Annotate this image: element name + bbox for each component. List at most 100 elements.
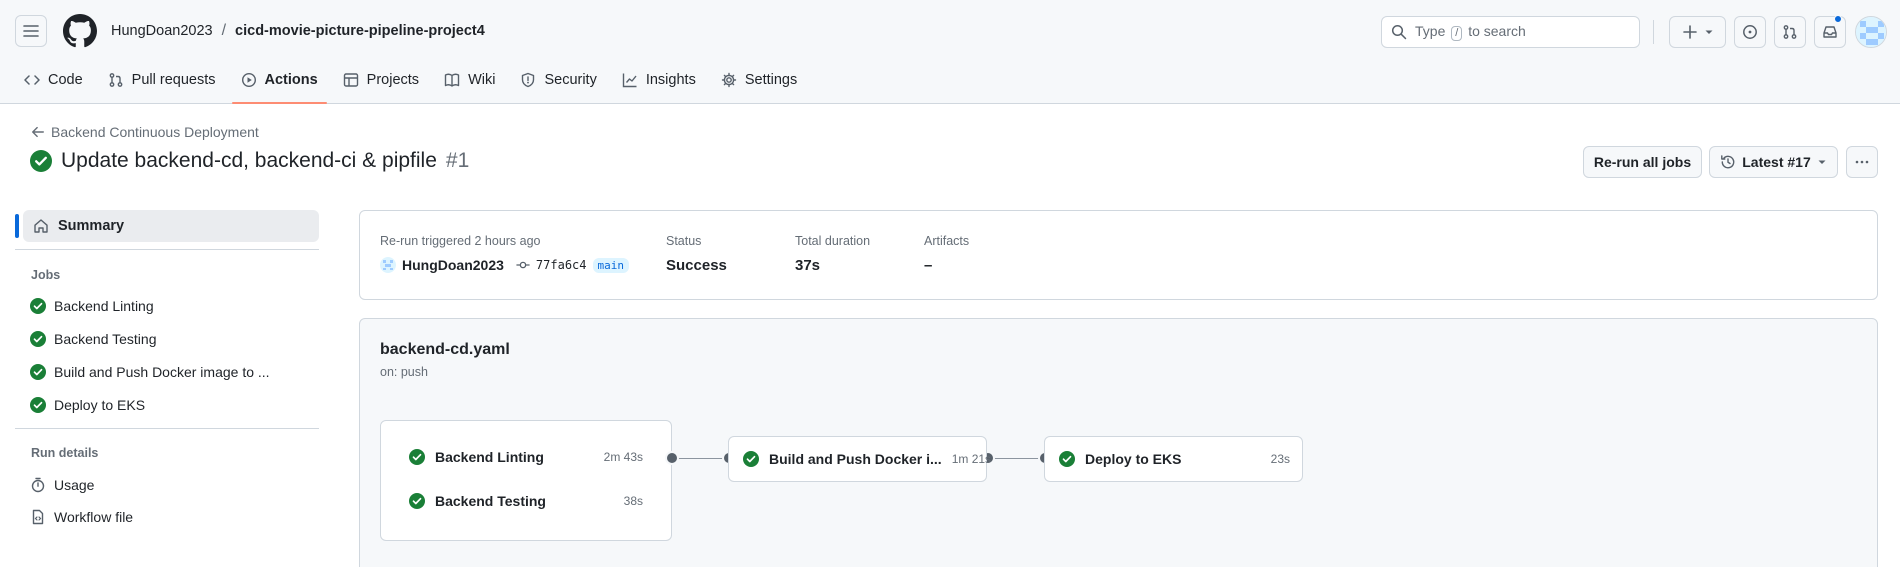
tab-actions[interactable]: Actions <box>231 62 327 104</box>
breadcrumb-separator: / <box>221 22 227 39</box>
issues-button[interactable] <box>1734 16 1766 48</box>
run-title-text: Update backend-cd, backend-ci & pipfile <box>61 149 437 172</box>
usage-label: Usage <box>54 477 95 493</box>
duration-value: 37s <box>795 257 821 274</box>
graph-job-build-push-docker[interactable]: Build and Push Docker i... 1m 21s <box>728 436 991 482</box>
sidebar-item-summary[interactable]: Summary <box>23 210 319 242</box>
job-label: Deploy to EKS <box>54 397 146 413</box>
graph-job-deploy-eks[interactable]: Deploy to EKS 23s <box>1044 436 1303 482</box>
graph-job-backend-linting[interactable]: Backend Linting 2m 43s <box>409 445 643 469</box>
user-avatar[interactable] <box>1855 16 1887 48</box>
sidebar-job-build-push-docker[interactable]: Build and Push Docker image to ... <box>30 360 270 384</box>
job-label: Backend Testing <box>54 331 157 347</box>
github-logo-icon[interactable] <box>63 14 97 48</box>
inbox-button[interactable] <box>1814 15 1846 48</box>
home-icon <box>33 218 49 234</box>
artifacts-value: – <box>924 257 933 274</box>
repo-owner-link[interactable]: HungDoan2023 <box>111 23 213 39</box>
trigger-label: Re-run triggered 2 hours ago <box>380 234 541 248</box>
triangle-down-icon <box>1704 27 1714 37</box>
tab-label: Security <box>544 72 597 88</box>
tab-code[interactable]: Code <box>15 62 92 98</box>
tab-label: Projects <box>366 72 420 88</box>
menu-button[interactable] <box>15 15 47 47</box>
global-header: HungDoan2023 / cicd-movie-picture-pipeli… <box>0 0 1900 104</box>
workflow-file-name: backend-cd.yaml <box>380 341 510 358</box>
kebab-horizontal-icon <box>1854 154 1870 170</box>
sidebar-job-backend-linting[interactable]: Backend Linting <box>30 294 154 318</box>
rerun-label: Re-run all jobs <box>1593 154 1692 170</box>
tab-pull-requests[interactable]: Pull requests <box>99 62 225 98</box>
tab-projects[interactable]: Projects <box>334 62 428 98</box>
actor-name-link[interactable]: HungDoan2023 <box>402 257 504 273</box>
active-indicator <box>15 214 19 238</box>
trigger-details: HungDoan2023 77fa6c4 main <box>380 257 629 273</box>
search-placeholder: Type / to search <box>1415 23 1526 41</box>
more-options-button[interactable] <box>1846 146 1878 178</box>
shield-icon <box>520 72 536 88</box>
run-number: #1 <box>445 149 470 172</box>
gear-icon <box>721 72 737 88</box>
job-duration: 2m 43s <box>603 450 643 464</box>
job-duration: 23s <box>1270 452 1290 466</box>
job-name: Backend Linting <box>435 449 544 465</box>
tab-label: Insights <box>645 72 696 88</box>
tab-label: Code <box>48 72 83 88</box>
sidebar-job-deploy-eks[interactable]: Deploy to EKS <box>30 393 145 417</box>
summary-label: Summary <box>58 218 125 234</box>
connector-dot <box>665 451 679 465</box>
code-icon <box>24 72 40 88</box>
actor-avatar[interactable] <box>380 257 396 273</box>
check-circle-fill-icon <box>30 150 52 172</box>
repo-name-link[interactable]: cicd-movie-picture-pipeline-project4 <box>235 23 485 39</box>
tab-label: Settings <box>744 72 798 88</box>
check-circle-fill-icon <box>743 451 759 467</box>
job-name: Backend Testing <box>435 493 546 509</box>
tab-wiki[interactable]: Wiki <box>435 62 504 98</box>
repo-tabs: Code Pull requests Actions Projects Wiki… <box>15 62 813 104</box>
git-commit-icon <box>516 258 530 272</box>
tab-label: Wiki <box>468 72 496 88</box>
tab-insights[interactable]: Insights <box>613 62 705 98</box>
latest-label: Latest #17 <box>1742 154 1811 170</box>
back-to-workflow-link[interactable]: Backend Continuous Deployment <box>31 124 259 140</box>
job-name: Deploy to EKS <box>1085 451 1182 467</box>
header-divider <box>1653 20 1654 44</box>
arrow-left-icon <box>31 125 45 139</box>
graph-job-backend-testing[interactable]: Backend Testing 38s <box>409 489 643 513</box>
tab-label: Pull requests <box>131 72 216 88</box>
stopwatch-icon <box>30 477 46 493</box>
pull-requests-button[interactable] <box>1774 16 1806 48</box>
branch-badge[interactable]: main <box>592 257 629 273</box>
issue-opened-icon <box>1742 24 1758 40</box>
book-icon <box>444 72 460 88</box>
status-label: Status <box>666 234 702 248</box>
check-circle-fill-icon <box>30 298 46 314</box>
sidebar-item-usage[interactable]: Usage <box>30 473 94 497</box>
rerun-all-jobs-button[interactable]: Re-run all jobs <box>1583 146 1702 178</box>
run-summary-card: Re-run triggered 2 hours ago HungDoan202… <box>359 210 1878 300</box>
commit-sha-link[interactable]: 77fa6c4 <box>536 258 587 272</box>
sidebar-divider <box>15 428 319 429</box>
triangle-down-icon <box>1817 157 1827 167</box>
sidebar-divider <box>15 249 319 250</box>
graph-icon <box>622 72 638 88</box>
tab-security[interactable]: Security <box>511 62 605 98</box>
file-code-icon <box>30 509 46 525</box>
search-input[interactable]: Type / to search <box>1381 16 1640 48</box>
repo-breadcrumb: HungDoan2023 / cicd-movie-picture-pipeli… <box>111 22 485 40</box>
search-shortcut-key: / <box>1451 26 1463 41</box>
sidebar-job-backend-testing[interactable]: Backend Testing <box>30 327 156 351</box>
inbox-icon <box>1822 24 1838 40</box>
status-value: Success <box>666 257 727 274</box>
play-icon <box>241 72 257 88</box>
check-circle-fill-icon <box>409 493 425 509</box>
page-title: Update backend-cd, backend-ci & pipfile … <box>30 149 469 173</box>
sidebar-item-workflow-file[interactable]: Workflow file <box>30 505 133 529</box>
tab-settings[interactable]: Settings <box>712 62 806 98</box>
jobs-heading: Jobs <box>31 268 61 282</box>
check-circle-fill-icon <box>409 449 425 465</box>
latest-attempt-button[interactable]: Latest #17 <box>1709 146 1838 178</box>
create-new-button[interactable] <box>1669 16 1726 48</box>
table-icon <box>343 72 359 88</box>
